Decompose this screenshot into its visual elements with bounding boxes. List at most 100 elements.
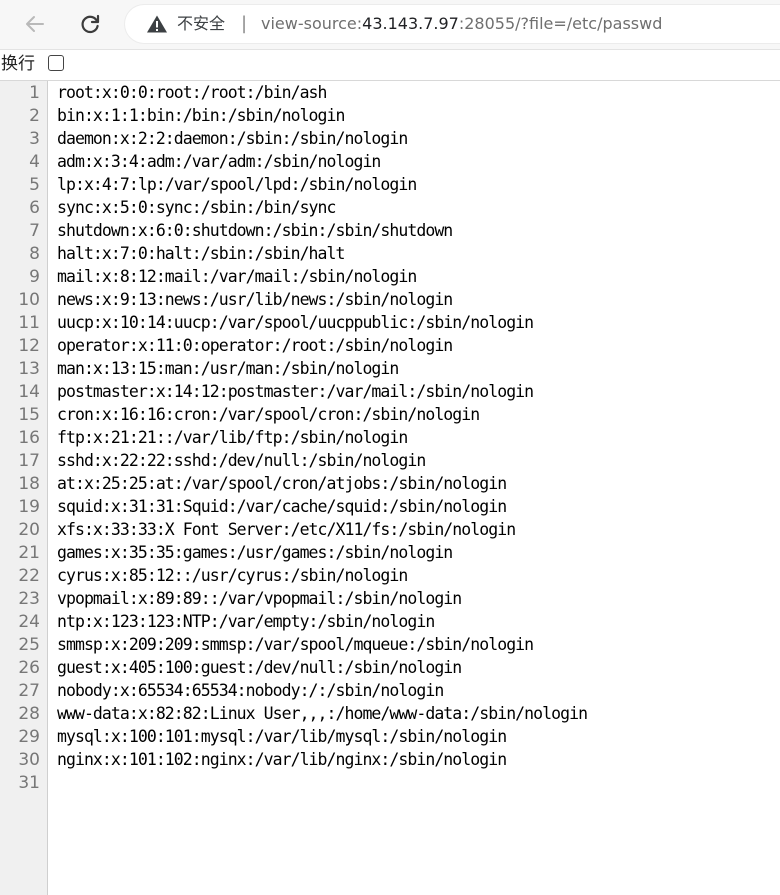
line-number: 29 [18, 727, 40, 747]
arrow-left-icon [26, 16, 44, 32]
line-content: cyrus:x:85:12::/usr/cyrus:/sbin/nologin [57, 566, 408, 585]
line-content: ntp:x:123:123:NTP:/var/empty:/sbin/nolog… [57, 612, 435, 631]
line-number: 16 [18, 428, 40, 448]
address-bar[interactable]: 不安全 | view-source:43.143.7.97:28055/?fil… [125, 5, 780, 43]
line-number: 11 [18, 313, 40, 333]
line-number: 20 [18, 520, 40, 540]
line-wrap-checkbox[interactable] [48, 55, 64, 71]
reload-icon [81, 14, 100, 34]
line-number: 3 [29, 129, 40, 149]
line-number: 13 [18, 359, 40, 379]
source-line: 3 daemon:x:2:2:daemon:/sbin:/sbin/nologin [0, 127, 780, 150]
back-button[interactable] [18, 7, 52, 41]
line-number: 26 [18, 658, 40, 678]
line-content: postmaster:x:14:12:postmaster:/var/mail:… [57, 382, 534, 401]
source-line: 31 [0, 771, 780, 794]
browser-toolbar: 不安全 | view-source:43.143.7.97:28055/?fil… [0, 0, 780, 50]
line-content: uucp:x:10:14:uucp:/var/spool/uucppublic:… [57, 313, 534, 332]
source-line: 29 mysql:x:100:101:mysql:/var/lib/mysql:/… [0, 725, 780, 748]
line-content: mysql:x:100:101:mysql:/var/lib/mysql:/sb… [57, 727, 507, 746]
line-content: sshd:x:22:22:sshd:/dev/null:/sbin/nologi… [57, 451, 426, 470]
line-content: shutdown:x:6:0:shutdown:/sbin:/sbin/shut… [57, 221, 453, 240]
line-content: www-data:x:82:82:Linux User,,,:/home/www… [57, 704, 588, 723]
line-number: 12 [18, 336, 40, 356]
url-text[interactable]: view-source:43.143.7.97:28055/?file=/etc… [261, 14, 662, 34]
line-number: 27 [18, 681, 40, 701]
line-content: operator:x:11:0:operator:/root:/sbin/nol… [57, 336, 453, 355]
url-host: 43.143.7.97 [362, 14, 459, 33]
source-line: 16 ftp:x:21:21::/var/lib/ftp:/sbin/nologi… [0, 426, 780, 449]
line-number: 2 [29, 106, 40, 126]
source-line: 21 games:x:35:35:games:/usr/games:/sbin/n… [0, 541, 780, 564]
source-line: 11 uucp:x:10:14:uucp:/var/spool/uucppubli… [0, 311, 780, 334]
line-number: 22 [18, 566, 40, 586]
warning-icon[interactable] [146, 14, 168, 34]
source-line: 7 shutdown:x:6:0:shutdown:/sbin:/sbin/shu… [0, 219, 780, 242]
line-number: 4 [29, 152, 40, 172]
line-number: 25 [18, 635, 40, 655]
source-line: 14 postmaster:x:14:12:postmaster:/var/mai… [0, 380, 780, 403]
line-number: 31 [18, 773, 40, 793]
source-line: 26 guest:x:405:100:guest:/dev/null:/sbin/… [0, 656, 780, 679]
source-line: 1 root:x:0:0:root:/root:/bin/ash [0, 81, 780, 104]
line-number: 8 [29, 244, 40, 264]
line-number: 28 [18, 704, 40, 724]
line-content: vpopmail:x:89:89::/var/vpopmail:/sbin/no… [57, 589, 462, 608]
line-content: daemon:x:2:2:daemon:/sbin:/sbin/nologin [57, 129, 408, 148]
line-content: games:x:35:35:games:/usr/games:/sbin/nol… [57, 543, 453, 562]
source-line: 2 bin:x:1:1:bin:/bin:/sbin/nologin [0, 104, 780, 127]
line-content: bin:x:1:1:bin:/bin:/sbin/nologin [57, 106, 345, 125]
source-line: 19 squid:x:31:31:Squid:/var/cache/squid:/… [0, 495, 780, 518]
line-content: nginx:x:101:102:nginx:/var/lib/nginx:/sb… [57, 750, 507, 769]
line-content: smmsp:x:209:209:smmsp:/var/spool/mqueue:… [57, 635, 534, 654]
source-line: 8 halt:x:7:0:halt:/sbin:/sbin/halt [0, 242, 780, 265]
url-scheme: view-source: [261, 14, 363, 33]
line-content: cron:x:16:16:cron:/var/spool/cron:/sbin/… [57, 405, 480, 424]
source-line: 28 www-data:x:82:82:Linux User,,,:/home/w… [0, 702, 780, 725]
line-number: 5 [29, 175, 40, 195]
line-number: 24 [18, 612, 40, 632]
line-content: at:x:25:25:at:/var/spool/cron/atjobs:/sb… [57, 474, 507, 493]
reload-button[interactable] [73, 7, 107, 41]
source-line: 5 lp:x:4:7:lp:/var/spool/lpd:/sbin/nologi… [0, 173, 780, 196]
line-number: 17 [18, 451, 40, 471]
line-content: adm:x:3:4:adm:/var/adm:/sbin/nologin [57, 152, 381, 171]
line-content: squid:x:31:31:Squid:/var/cache/squid:/sb… [57, 497, 507, 516]
source-line: 23 vpopmail:x:89:89::/var/vpopmail:/sbin/… [0, 587, 780, 610]
line-content: xfs:x:33:33:X Font Server:/etc/X11/fs:/s… [57, 520, 516, 539]
source-line: 10 news:x:9:13:news:/usr/lib/news:/sbin/n… [0, 288, 780, 311]
line-content: ftp:x:21:21::/var/lib/ftp:/sbin/nologin [57, 428, 408, 447]
line-content: sync:x:5:0:sync:/sbin:/bin/sync [57, 198, 336, 217]
source-line: 30 nginx:x:101:102:nginx:/var/lib/nginx:/… [0, 748, 780, 771]
source-line: 6 sync:x:5:0:sync:/sbin:/bin/sync [0, 196, 780, 219]
line-content: lp:x:4:7:lp:/var/spool/lpd:/sbin/nologin [57, 175, 417, 194]
line-content: man:x:13:15:man:/usr/man:/sbin/nologin [57, 359, 399, 378]
line-number: 10 [18, 290, 40, 310]
line-number: 14 [18, 382, 40, 402]
source-line: 9 mail:x:8:12:mail:/var/mail:/sbin/nologi… [0, 265, 780, 288]
line-content: nobody:x:65534:65534:nobody:/:/sbin/nolo… [57, 681, 444, 700]
source-line: 24 ntp:x:123:123:NTP:/var/empty:/sbin/nol… [0, 610, 780, 633]
line-content: halt:x:7:0:halt:/sbin:/sbin/halt [57, 244, 345, 263]
security-status-label[interactable]: 不安全 [177, 14, 225, 34]
source-line: 22 cyrus:x:85:12::/usr/cyrus:/sbin/nologi… [0, 564, 780, 587]
line-wrap-bar: 换行 [0, 50, 780, 81]
line-number: 1 [29, 83, 40, 103]
source-line: 25 smmsp:x:209:209:smmsp:/var/spool/mqueu… [0, 633, 780, 656]
source-line: 20 xfs:x:33:33:X Font Server:/etc/X11/fs:… [0, 518, 780, 541]
source-line: 12 operator:x:11:0:operator:/root:/sbin/n… [0, 334, 780, 357]
source-line: 13 man:x:13:15:man:/usr/man:/sbin/nologin [0, 357, 780, 380]
source-line: 4 adm:x:3:4:adm:/var/adm:/sbin/nologin [0, 150, 780, 173]
line-number: 23 [18, 589, 40, 609]
line-number: 30 [18, 750, 40, 770]
address-separator: | [241, 13, 248, 34]
line-number: 9 [29, 267, 40, 287]
line-content: root:x:0:0:root:/root:/bin/ash [57, 83, 327, 102]
line-wrap-label: 换行 [1, 54, 35, 74]
source-view: 1 root:x:0:0:root:/root:/bin/ash 2 bin:x:1:… [0, 81, 780, 794]
line-number: 7 [29, 221, 40, 241]
line-number: 19 [18, 497, 40, 517]
line-number: 6 [29, 198, 40, 218]
line-content: news:x:9:13:news:/usr/lib/news:/sbin/nol… [57, 290, 453, 309]
url-path: :28055/?file=/etc/passwd [458, 14, 663, 33]
